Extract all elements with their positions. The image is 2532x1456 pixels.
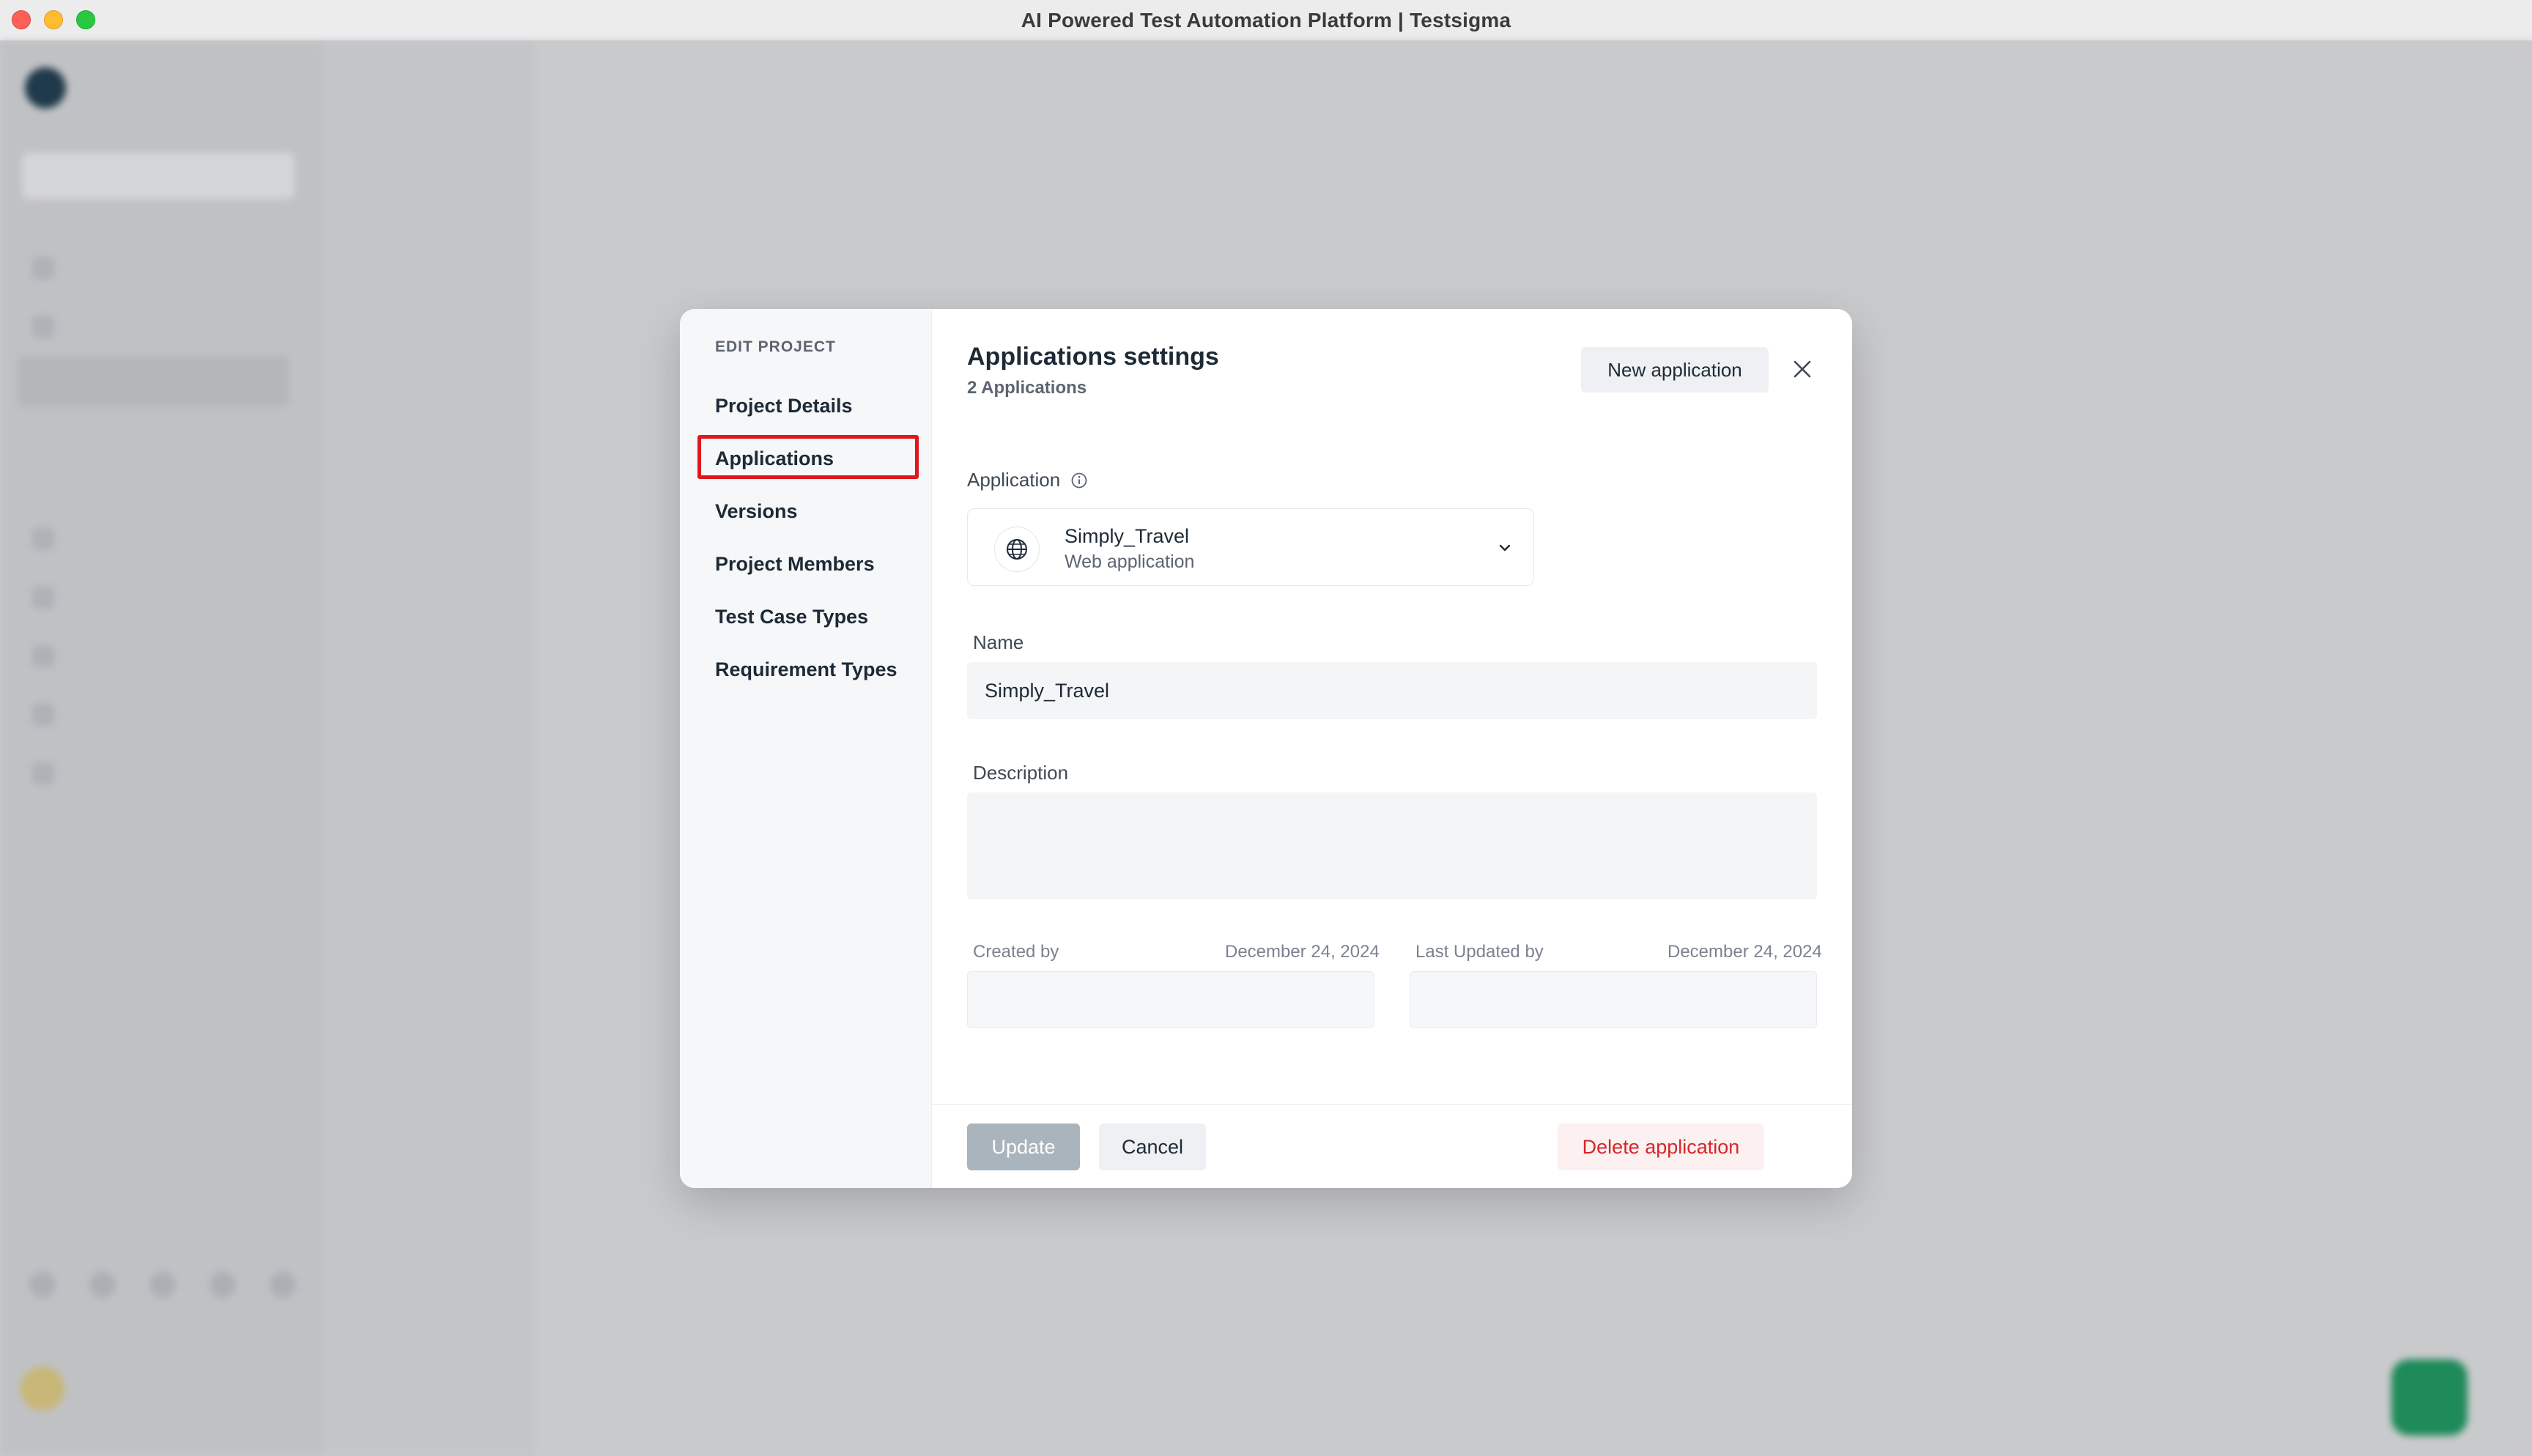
sidebar-item-project-members[interactable]: Project Members [715,542,920,586]
sidebar-item-requirement-types[interactable]: Requirement Types [715,647,920,691]
created-by-field [967,971,1374,1028]
update-button[interactable]: Update [967,1123,1080,1170]
selection-highlight [697,435,919,479]
footer-divider [932,1104,1852,1105]
background-nav-item [29,458,289,510]
background-nav-item [29,297,289,356]
logo-icon [25,67,66,108]
sidebar-item-versions[interactable]: Versions [715,489,920,533]
background-nav-item [18,356,289,407]
cancel-button[interactable]: Cancel [1099,1123,1206,1170]
application-label: Application [967,469,1061,491]
background-user [21,1367,64,1411]
background-nav-item [29,686,289,744]
chat-icon [89,1271,116,1298]
background-panel [322,41,728,1456]
sidebar-heading: EDIT PROJECT [715,338,836,355]
delete-application-button[interactable]: Delete application [1558,1123,1764,1170]
help-icon [29,1271,56,1298]
sidebar-item-test-case-types[interactable]: Test Case Types [715,595,920,639]
background-nav-item [29,510,289,568]
updated-by-field [1410,971,1817,1028]
updated-date: December 24, 2024 [1667,942,1822,962]
minimize-window-button[interactable] [44,10,63,29]
description-textarea[interactable] [967,792,1817,899]
application-label-row: Application [967,469,1088,491]
info-icon[interactable] [1070,472,1088,489]
close-window-button[interactable] [12,10,31,29]
page-title: Applications settings [967,343,1219,371]
selected-application-type: Web application [1065,551,1195,572]
avatar [21,1367,64,1411]
chevron-down-icon [1499,544,1511,551]
background-sidebar [0,41,322,1456]
window-controls [12,10,95,29]
name-input[interactable] [967,662,1817,719]
background-footer-icons [29,1271,296,1298]
edit-project-modal: EDIT PROJECT Project Details Application… [680,309,1852,1188]
selected-application-name: Simply_Travel [1065,525,1190,547]
background-nav-item [29,239,289,297]
application-select[interactable]: Simply_Travel Web application [967,508,1534,586]
modal-content: Applications settings 2 Applications New… [932,309,1852,1188]
name-label: Name [973,631,1024,653]
globe-icon [994,527,1040,572]
close-icon [1793,360,1811,378]
sidebar-item-project-details[interactable]: Project Details [715,384,920,428]
chat-widget-icon [2391,1359,2468,1435]
background-nav-item [29,407,289,458]
docs-icon [149,1271,176,1298]
background-logo [25,67,76,108]
updated-by-label: Last Updated by [1415,942,1544,962]
close-button[interactable] [1788,354,1817,384]
created-by-label: Created by [973,942,1059,962]
new-application-button[interactable]: New application [1581,347,1769,393]
modal-sidebar: EDIT PROJECT Project Details Application… [680,309,932,1188]
window-title: AI Powered Test Automation Platform | Te… [1021,8,1511,31]
maximize-window-button[interactable] [76,10,95,29]
background-project-selector [22,152,295,199]
description-label: Description [973,762,1069,784]
background-nav [18,239,289,803]
background-nav-item [29,627,289,686]
applications-count: 2 Applications [967,378,1087,398]
notification-icon [210,1271,236,1298]
background-nav-item [29,744,289,803]
window-titlebar: AI Powered Test Automation Platform | Te… [0,0,2532,41]
background-nav-item [29,568,289,627]
created-date: December 24, 2024 [1225,942,1380,962]
info-icon [270,1271,296,1298]
